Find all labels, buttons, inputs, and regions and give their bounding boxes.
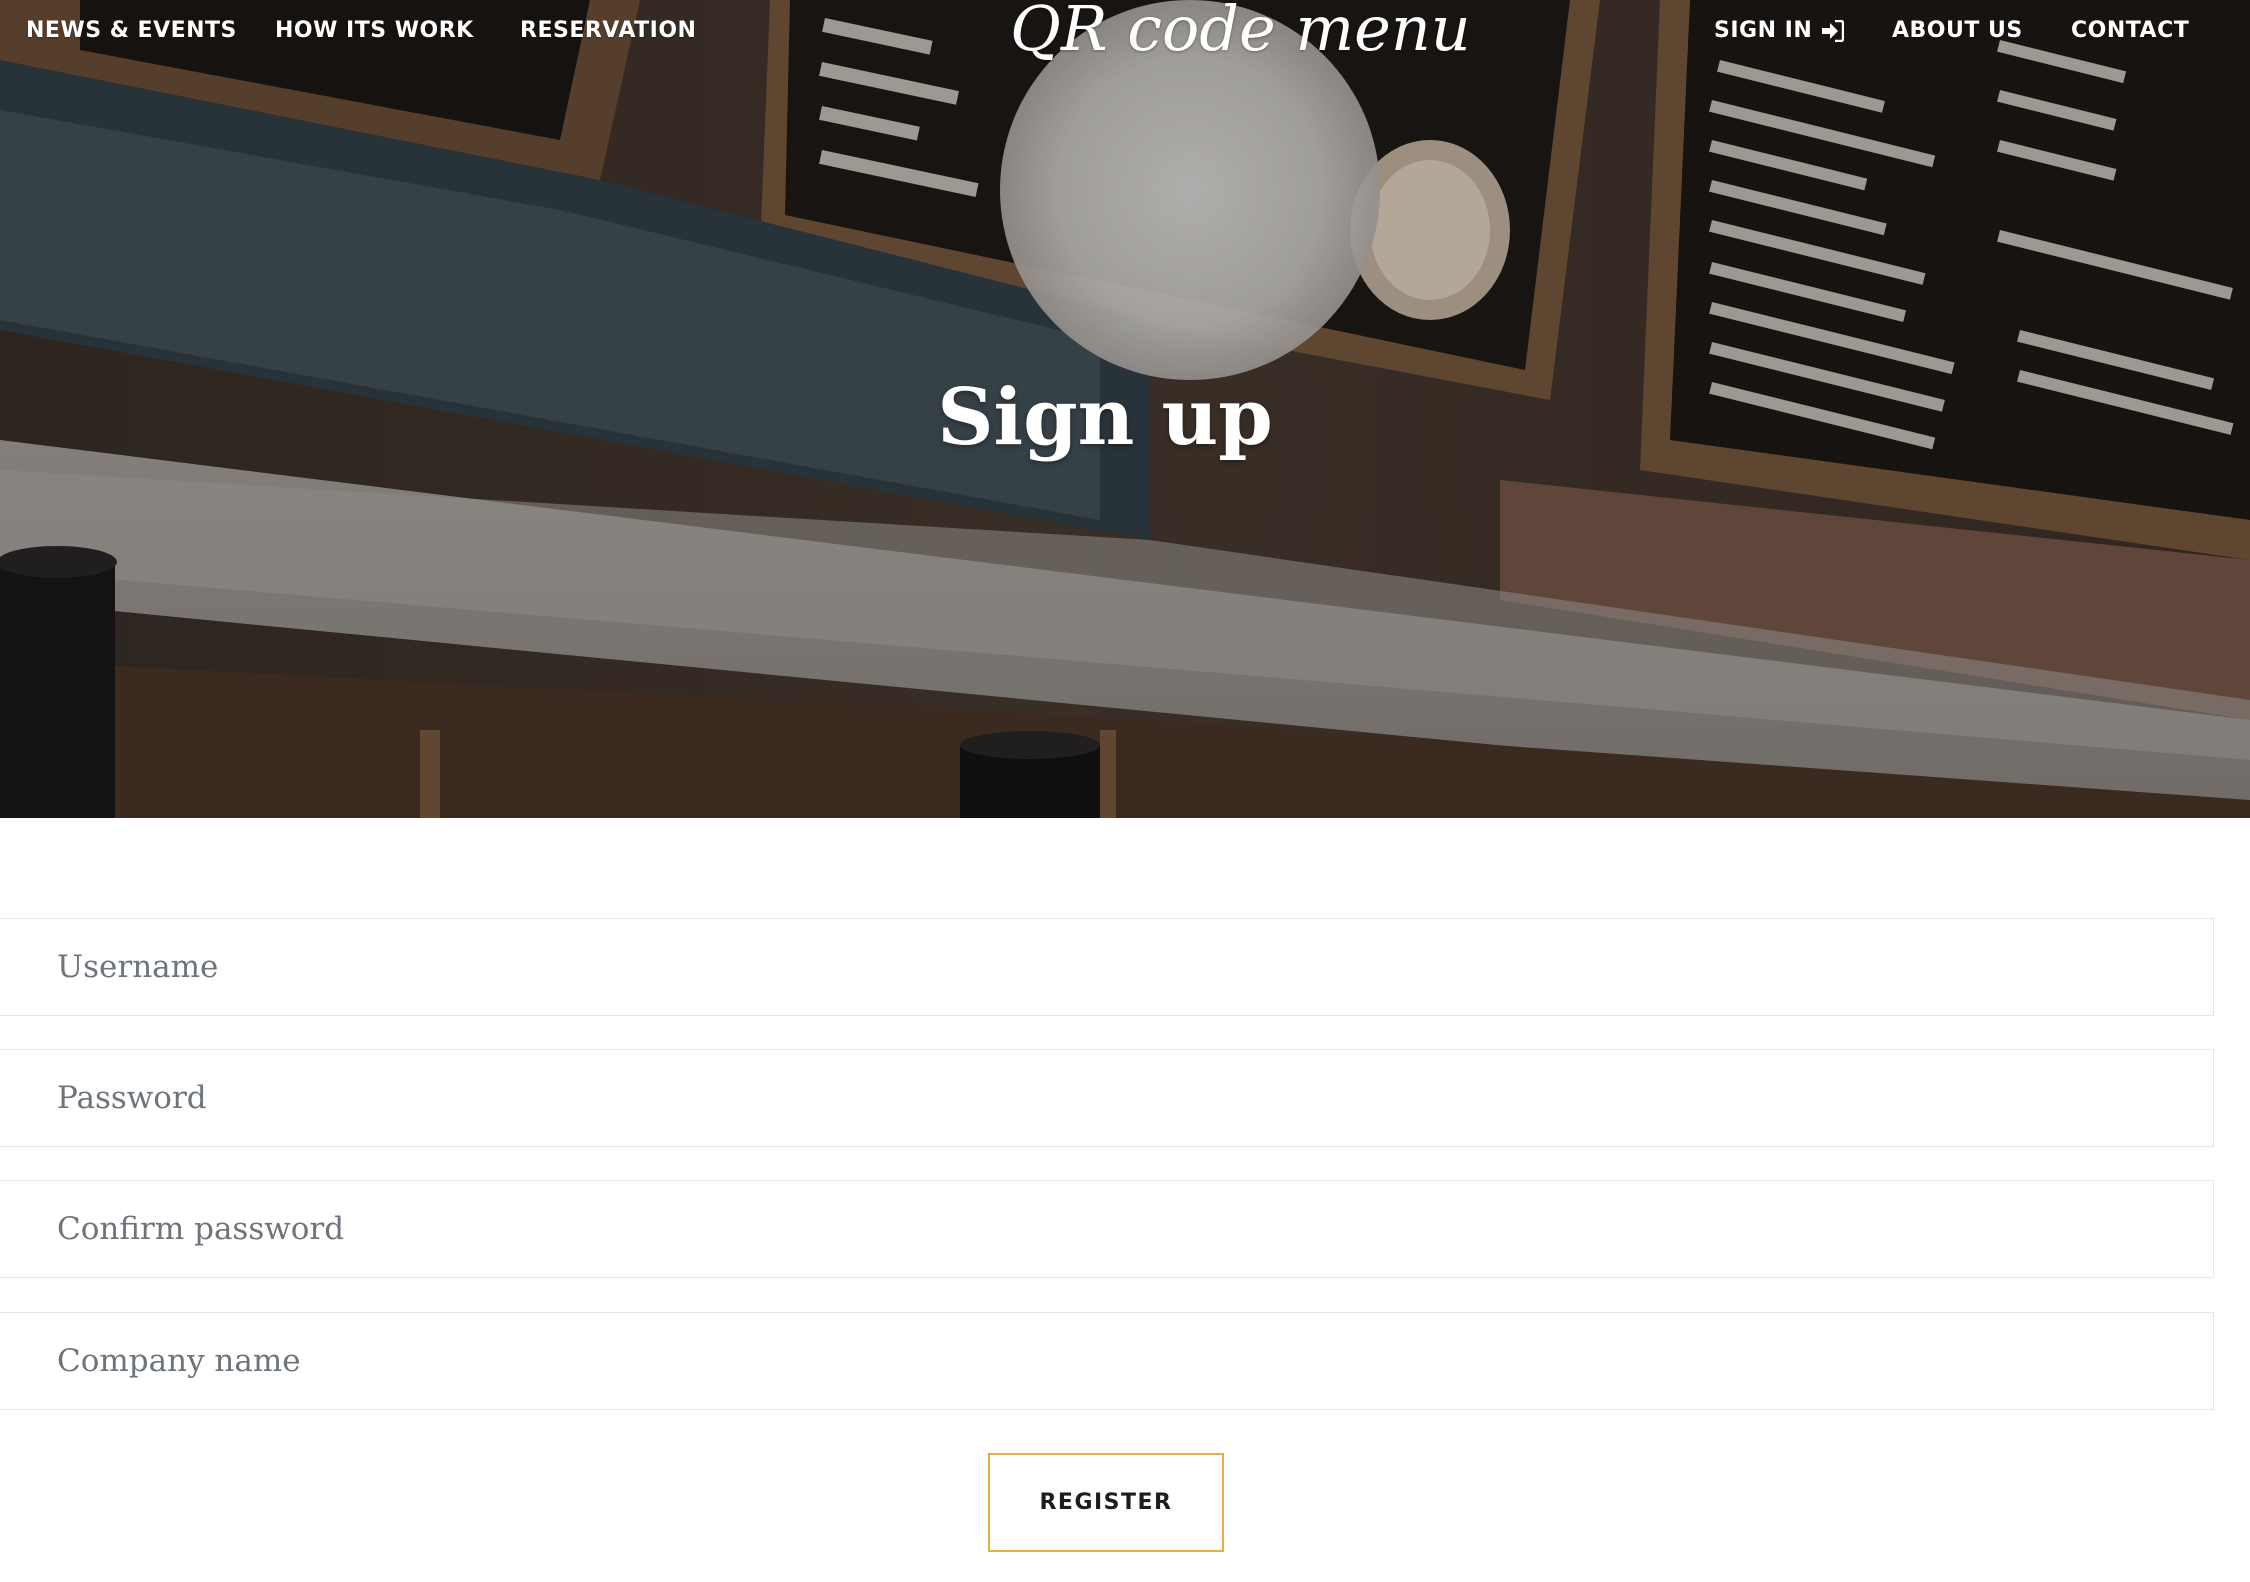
sign-in-group: SIGN IN [1714, 16, 1845, 46]
company-name-input[interactable] [0, 1312, 2214, 1410]
register-button[interactable]: REGISTER [988, 1453, 1224, 1552]
nav-link-news-events[interactable]: NEWS & EVENTS [26, 16, 237, 46]
nav-link-reservation[interactable]: RESERVATION [520, 16, 696, 46]
sign-in-label: SIGN IN [1714, 18, 1813, 43]
nav-link-how-its-work[interactable]: HOW ITS WORK [275, 16, 474, 46]
sign-in-icon [1822, 20, 1845, 42]
page-title: Sign up [937, 372, 1273, 463]
site-logo[interactable]: QR code menu [1010, 0, 1471, 64]
top-navigation: NEWS & EVENTS HOW ITS WORK RESERVATION Q… [0, 0, 2250, 64]
nav-link-sign-in[interactable]: SIGN IN [1714, 16, 1845, 46]
password-input[interactable] [0, 1049, 2214, 1147]
nav-link-contact[interactable]: CONTACT [2071, 16, 2189, 46]
username-input[interactable] [0, 918, 2214, 1016]
nav-link-about-us[interactable]: ABOUT US [1892, 16, 2023, 46]
confirm-password-input[interactable] [0, 1180, 2214, 1278]
